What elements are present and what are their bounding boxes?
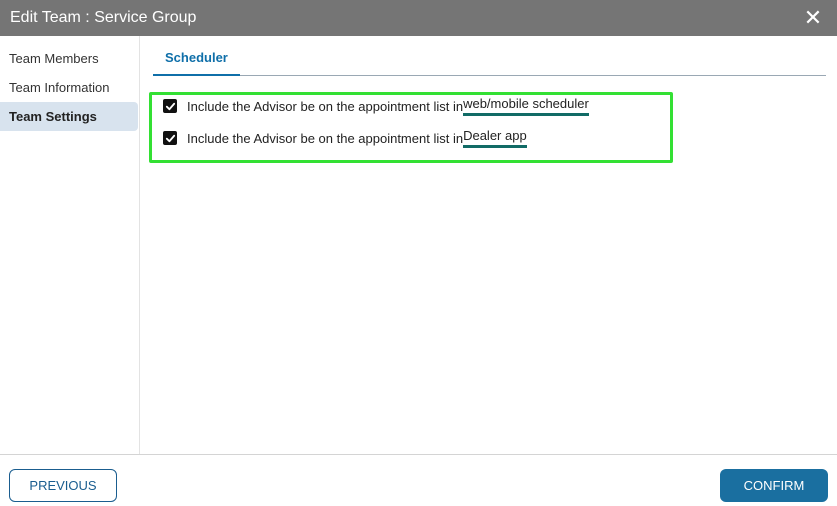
dealer-app-checkbox[interactable] [163, 131, 177, 145]
sidebar: Team Members Team Information Team Setti… [0, 36, 140, 454]
sidebar-item-label: Team Members [9, 51, 99, 66]
option-label-highlight: web/mobile scheduler [463, 96, 589, 116]
sidebar-item-label: Team Settings [9, 109, 97, 124]
option-dealer-app: Include the Advisor be on the appointmen… [163, 128, 527, 148]
close-icon[interactable]: ✕ [801, 5, 825, 30]
option-web-mobile-scheduler: Include the Advisor be on the appointmen… [163, 96, 589, 116]
sidebar-item-team-information[interactable]: Team Information [0, 73, 138, 102]
sidebar-item-team-members[interactable]: Team Members [0, 44, 138, 73]
option-label-prefix: Include the Advisor be on the appointmen… [187, 98, 464, 114]
option-label-prefix: Include the Advisor be on the appointmen… [187, 130, 464, 146]
option-label-highlight: Dealer app [463, 128, 527, 148]
tab-scheduler[interactable]: Scheduler [153, 36, 240, 76]
sidebar-item-label: Team Information [9, 80, 110, 95]
sidebar-item-team-settings[interactable]: Team Settings [0, 102, 138, 131]
checkmark-icon [165, 102, 175, 110]
tab-bar: Scheduler [153, 36, 826, 76]
edit-team-dialog: Edit Team : Service Group ✕ Team Members… [0, 0, 837, 506]
main-content: Scheduler Include the Advisor be on the … [149, 36, 826, 454]
previous-button[interactable]: PREVIOUS [9, 469, 117, 502]
dialog-title: Edit Team : Service Group [10, 9, 197, 26]
checkmark-icon [165, 134, 175, 142]
dialog-footer: PREVIOUS CONFIRM [0, 454, 837, 506]
dialog-titlebar: Edit Team : Service Group ✕ [0, 0, 837, 36]
confirm-button[interactable]: CONFIRM [720, 469, 828, 502]
web-mobile-scheduler-checkbox[interactable] [163, 99, 177, 113]
